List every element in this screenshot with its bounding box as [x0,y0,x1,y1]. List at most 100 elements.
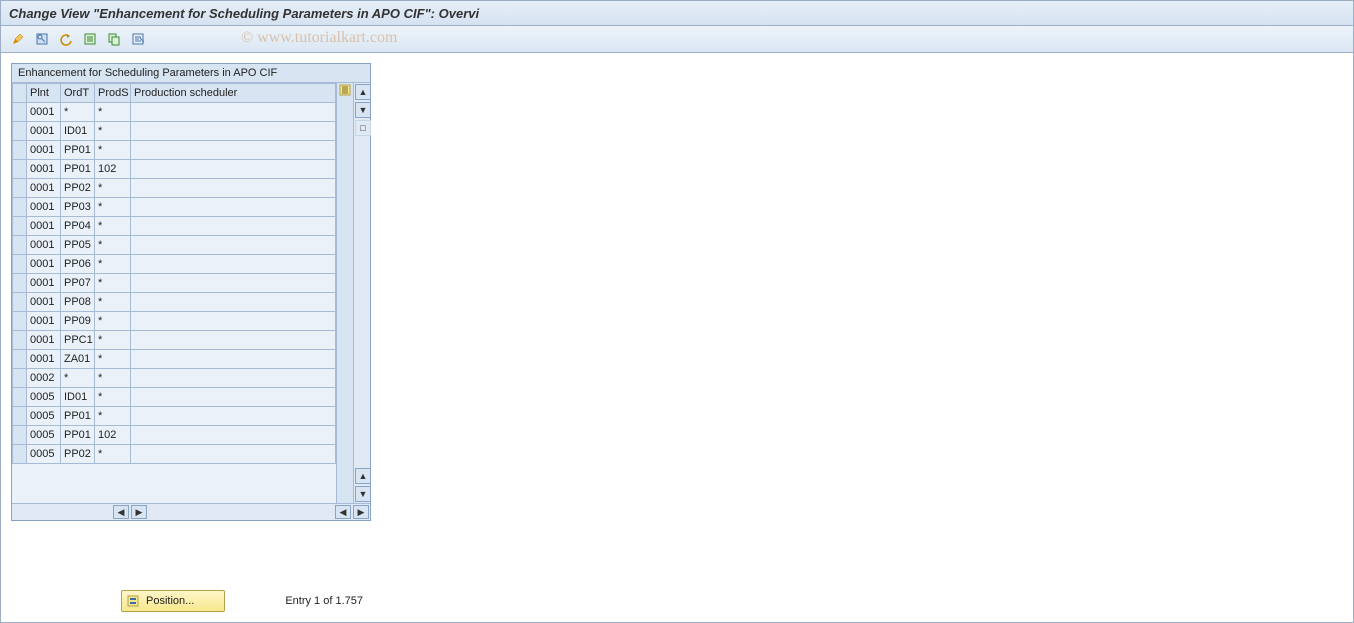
position-button[interactable]: Position... [121,590,225,612]
cell-prods[interactable]: * [95,141,131,160]
cell-sched[interactable] [131,312,336,331]
cell-prods[interactable]: * [95,274,131,293]
cell-prods[interactable]: * [95,217,131,236]
col-ordt[interactable]: OrdT [61,84,95,103]
cell-ordt[interactable]: PPC1 [61,331,95,350]
cell-sched[interactable] [131,293,336,312]
scroll-left-icon[interactable]: ◀ [113,505,129,519]
table-row[interactable]: 0001PP07* [13,274,336,293]
new-entries-icon[interactable] [79,28,101,50]
table-settings-button[interactable] [336,83,353,503]
cell-sched[interactable] [131,388,336,407]
details-icon[interactable] [31,28,53,50]
cell-sched[interactable] [131,369,336,388]
row-selector[interactable] [13,217,27,236]
cell-plnt[interactable]: 0001 [27,103,61,122]
cell-sched[interactable] [131,160,336,179]
table-row[interactable]: 0001PP01102 [13,160,336,179]
table-row[interactable]: 0001PP05* [13,236,336,255]
cell-plnt[interactable]: 0001 [27,217,61,236]
cell-ordt[interactable]: PP07 [61,274,95,293]
cell-sched[interactable] [131,445,336,464]
cell-ordt[interactable]: PP01 [61,160,95,179]
cell-plnt[interactable]: 0005 [27,407,61,426]
cell-sched[interactable] [131,407,336,426]
cell-prods[interactable]: * [95,445,131,464]
col-plnt[interactable]: Plnt [27,84,61,103]
cell-prods[interactable]: * [95,255,131,274]
page-up-icon[interactable]: ▼ [355,102,371,118]
cell-plnt[interactable]: 0001 [27,141,61,160]
table-row[interactable]: 0001PP04* [13,217,336,236]
scroll-down-icon[interactable]: ▼ [355,486,371,502]
cell-prods[interactable]: * [95,331,131,350]
table-row[interactable]: 0001ZA01* [13,350,336,369]
cell-sched[interactable] [131,122,336,141]
cell-ordt[interactable]: PP01 [61,426,95,445]
cell-ordt[interactable]: ID01 [61,388,95,407]
row-selector[interactable] [13,255,27,274]
row-selector[interactable] [13,198,27,217]
cell-plnt[interactable]: 0001 [27,160,61,179]
row-selector[interactable] [13,141,27,160]
row-selector[interactable] [13,122,27,141]
horizontal-scrollbar[interactable]: ◀ ▶ ◀ ▶ [12,503,370,520]
cell-plnt[interactable]: 0001 [27,122,61,141]
cell-prods[interactable]: * [95,350,131,369]
cell-sched[interactable] [131,103,336,122]
col-sched[interactable]: Production scheduler [131,84,336,103]
cell-ordt[interactable]: PP09 [61,312,95,331]
table-row[interactable]: 0005PP02* [13,445,336,464]
select-all-header[interactable] [13,84,27,103]
table-row[interactable]: 0001ID01* [13,122,336,141]
cell-sched[interactable] [131,350,336,369]
row-selector[interactable] [13,236,27,255]
row-selector[interactable] [13,388,27,407]
row-selector[interactable] [13,331,27,350]
cell-ordt[interactable]: PP02 [61,179,95,198]
cell-prods[interactable]: 102 [95,426,131,445]
cell-plnt[interactable]: 0005 [27,445,61,464]
row-selector[interactable] [13,445,27,464]
row-selector[interactable] [13,179,27,198]
cell-sched[interactable] [131,141,336,160]
cell-prods[interactable]: * [95,407,131,426]
cell-prods[interactable]: * [95,198,131,217]
col-prods[interactable]: ProdS [95,84,131,103]
cell-ordt[interactable]: ID01 [61,122,95,141]
cell-prods[interactable]: * [95,312,131,331]
cell-plnt[interactable]: 0005 [27,388,61,407]
table-row[interactable]: 0001PP06* [13,255,336,274]
cell-ordt[interactable]: PP03 [61,198,95,217]
cell-prods[interactable]: * [95,369,131,388]
row-selector[interactable] [13,312,27,331]
scroll-right-end-icon[interactable]: ▶ [353,505,369,519]
cell-prods[interactable]: 102 [95,160,131,179]
cell-plnt[interactable]: 0001 [27,179,61,198]
row-selector[interactable] [13,407,27,426]
cell-ordt[interactable]: PP06 [61,255,95,274]
cell-plnt[interactable]: 0001 [27,255,61,274]
cell-plnt[interactable]: 0001 [27,293,61,312]
cell-prods[interactable]: * [95,103,131,122]
cell-plnt[interactable]: 0002 [27,369,61,388]
cell-ordt[interactable]: * [61,369,95,388]
row-selector[interactable] [13,160,27,179]
copy-icon[interactable] [103,28,125,50]
cell-plnt[interactable]: 0001 [27,350,61,369]
cell-prods[interactable]: * [95,388,131,407]
cell-sched[interactable] [131,426,336,445]
table-row[interactable]: 0002** [13,369,336,388]
table-row[interactable]: 0001PP08* [13,293,336,312]
cell-sched[interactable] [131,331,336,350]
cell-plnt[interactable]: 0001 [27,198,61,217]
row-selector[interactable] [13,293,27,312]
undo-icon[interactable] [55,28,77,50]
cell-prods[interactable]: * [95,122,131,141]
row-selector[interactable] [13,274,27,293]
cell-plnt[interactable]: 0001 [27,274,61,293]
delete-icon[interactable] [127,28,149,50]
cell-ordt[interactable]: PP08 [61,293,95,312]
cell-ordt[interactable]: PP01 [61,407,95,426]
cell-plnt[interactable]: 0001 [27,312,61,331]
